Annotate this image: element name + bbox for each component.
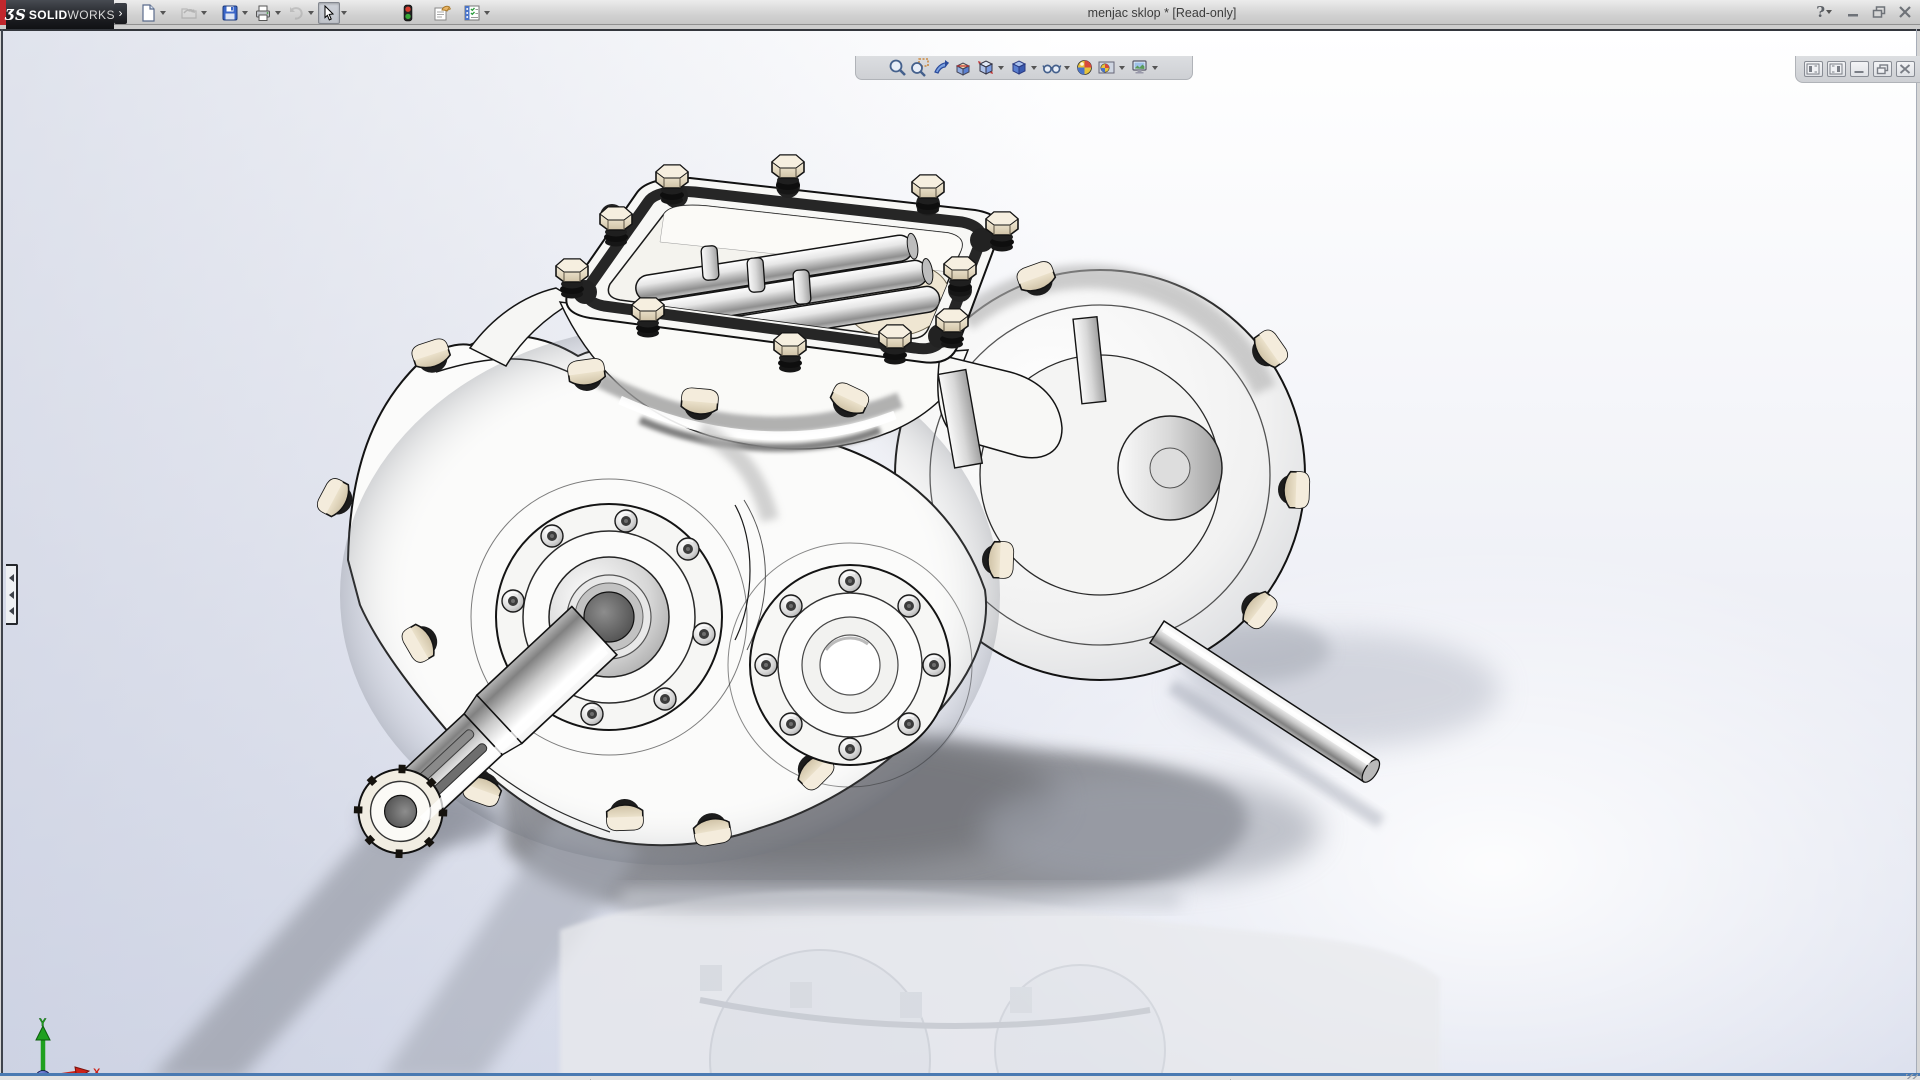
options-dropdown[interactable]	[484, 11, 490, 15]
pane-right-button[interactable]	[1827, 61, 1846, 77]
status-bar	[0, 1073, 1920, 1080]
appearance-ball-icon	[1075, 58, 1094, 77]
comment-edit-icon	[433, 4, 452, 22]
shaded-cube-icon	[1009, 58, 1028, 77]
zoom-to-area-button[interactable]	[909, 58, 931, 78]
new-document-icon	[139, 4, 157, 22]
comment-button[interactable]	[431, 2, 453, 24]
apply-scene-dropdown[interactable]	[1119, 66, 1125, 70]
magnifier-icon	[888, 58, 907, 77]
reference-triad: Y X Z	[9, 1016, 101, 1080]
minimize-document-button[interactable]	[1850, 61, 1869, 77]
new-dropdown[interactable]	[160, 11, 166, 15]
graphics-viewport[interactable]: Y X Z *Dimetric	[3, 31, 1916, 1073]
pane-left-button[interactable]	[1804, 61, 1823, 77]
brand-light-text: WORKS	[68, 8, 115, 22]
gearbox-3d-model	[3, 31, 1916, 1073]
apply-scene-button[interactable]	[1096, 58, 1118, 78]
open-folder-icon	[180, 4, 198, 22]
restore-icon	[1876, 64, 1889, 75]
select-button[interactable]	[318, 2, 340, 24]
save-button[interactable]	[219, 2, 241, 24]
undo-dropdown[interactable]	[308, 11, 314, 15]
hide-show-items-dropdown[interactable]	[1064, 66, 1070, 70]
glasses-icon	[1042, 58, 1062, 77]
options-checklist-icon	[463, 4, 481, 22]
restore-window-button[interactable]	[1872, 6, 1887, 19]
display-style-button[interactable]	[1008, 58, 1030, 78]
edit-appearance-button[interactable]	[1074, 58, 1096, 78]
help-button[interactable]: ?	[1816, 3, 1836, 21]
minimize-icon	[1853, 64, 1865, 74]
minimize-window-button[interactable]	[1847, 6, 1861, 18]
view-settings-monitor-icon	[1130, 58, 1149, 77]
title-bar: ƷS SOLIDWORKS ›	[0, 0, 1920, 25]
feature-tree-collapsed-tab[interactable]	[6, 564, 18, 625]
close-document-button[interactable]	[1896, 61, 1915, 77]
traffic-light-icon	[399, 4, 417, 22]
view-settings-button[interactable]	[1129, 58, 1151, 78]
options-button[interactable]	[461, 2, 483, 24]
help-dropdown[interactable]	[1826, 10, 1832, 14]
brand-bold-text: SOLID	[29, 8, 68, 22]
close-window-button[interactable]	[1898, 6, 1912, 18]
view-orientation-button[interactable]	[975, 58, 997, 78]
save-floppy-icon	[221, 4, 239, 22]
pane-left-icon	[1806, 63, 1820, 75]
open-dropdown[interactable]	[201, 11, 207, 15]
resize-grip[interactable]	[1906, 1074, 1918, 1079]
close-icon	[1899, 64, 1911, 74]
main-toolbar	[137, 1, 494, 24]
undo-arrow-icon	[287, 4, 305, 22]
previous-view-icon	[932, 58, 951, 77]
help-icon: ?	[1816, 3, 1825, 21]
stoplight-button[interactable]	[397, 2, 419, 24]
save-dropdown[interactable]	[242, 11, 248, 15]
select-cursor-icon	[321, 5, 337, 21]
magnifier-area-icon	[910, 58, 929, 77]
print-button[interactable]	[252, 2, 274, 24]
undo-button[interactable]	[285, 2, 307, 24]
new-document-button[interactable]	[137, 2, 159, 24]
expand-arrow-icon	[9, 574, 14, 582]
right-bearing-flange	[750, 565, 950, 765]
open-button[interactable]	[178, 2, 200, 24]
solidworks-logo: ƷS SOLIDWORKS	[6, 0, 114, 29]
print-icon	[254, 4, 272, 22]
restore-document-button[interactable]	[1873, 61, 1892, 77]
hide-show-items-button[interactable]	[1041, 58, 1063, 78]
window-controls: ?	[1816, 3, 1912, 21]
heads-up-view-toolbar	[855, 56, 1193, 80]
pane-right-icon	[1829, 63, 1843, 75]
display-style-dropdown[interactable]	[1031, 66, 1037, 70]
select-dropdown[interactable]	[341, 11, 347, 15]
zoom-to-fit-button[interactable]	[887, 58, 909, 78]
triad-y-label: Y	[39, 1017, 47, 1029]
ds-logo-icon: ƷS	[5, 6, 26, 24]
document-window-controls	[1795, 56, 1920, 83]
menu-expander-button[interactable]: ›	[114, 3, 127, 24]
view-settings-dropdown[interactable]	[1152, 66, 1158, 70]
window-title: menjac sklop * [Read-only]	[1088, 6, 1237, 20]
model-reflection	[560, 888, 1440, 1073]
expand-arrow-icon	[9, 607, 14, 615]
viewport-right-border	[1916, 29, 1917, 1073]
section-view-button[interactable]	[953, 58, 975, 78]
scene-ball-icon	[1097, 58, 1116, 77]
section-box-icon	[954, 58, 973, 77]
previous-view-button[interactable]	[931, 58, 953, 78]
orientation-cube-icon	[976, 58, 995, 77]
expand-arrow-icon	[9, 591, 14, 599]
print-dropdown[interactable]	[275, 11, 281, 15]
view-orientation-dropdown[interactable]	[998, 66, 1004, 70]
